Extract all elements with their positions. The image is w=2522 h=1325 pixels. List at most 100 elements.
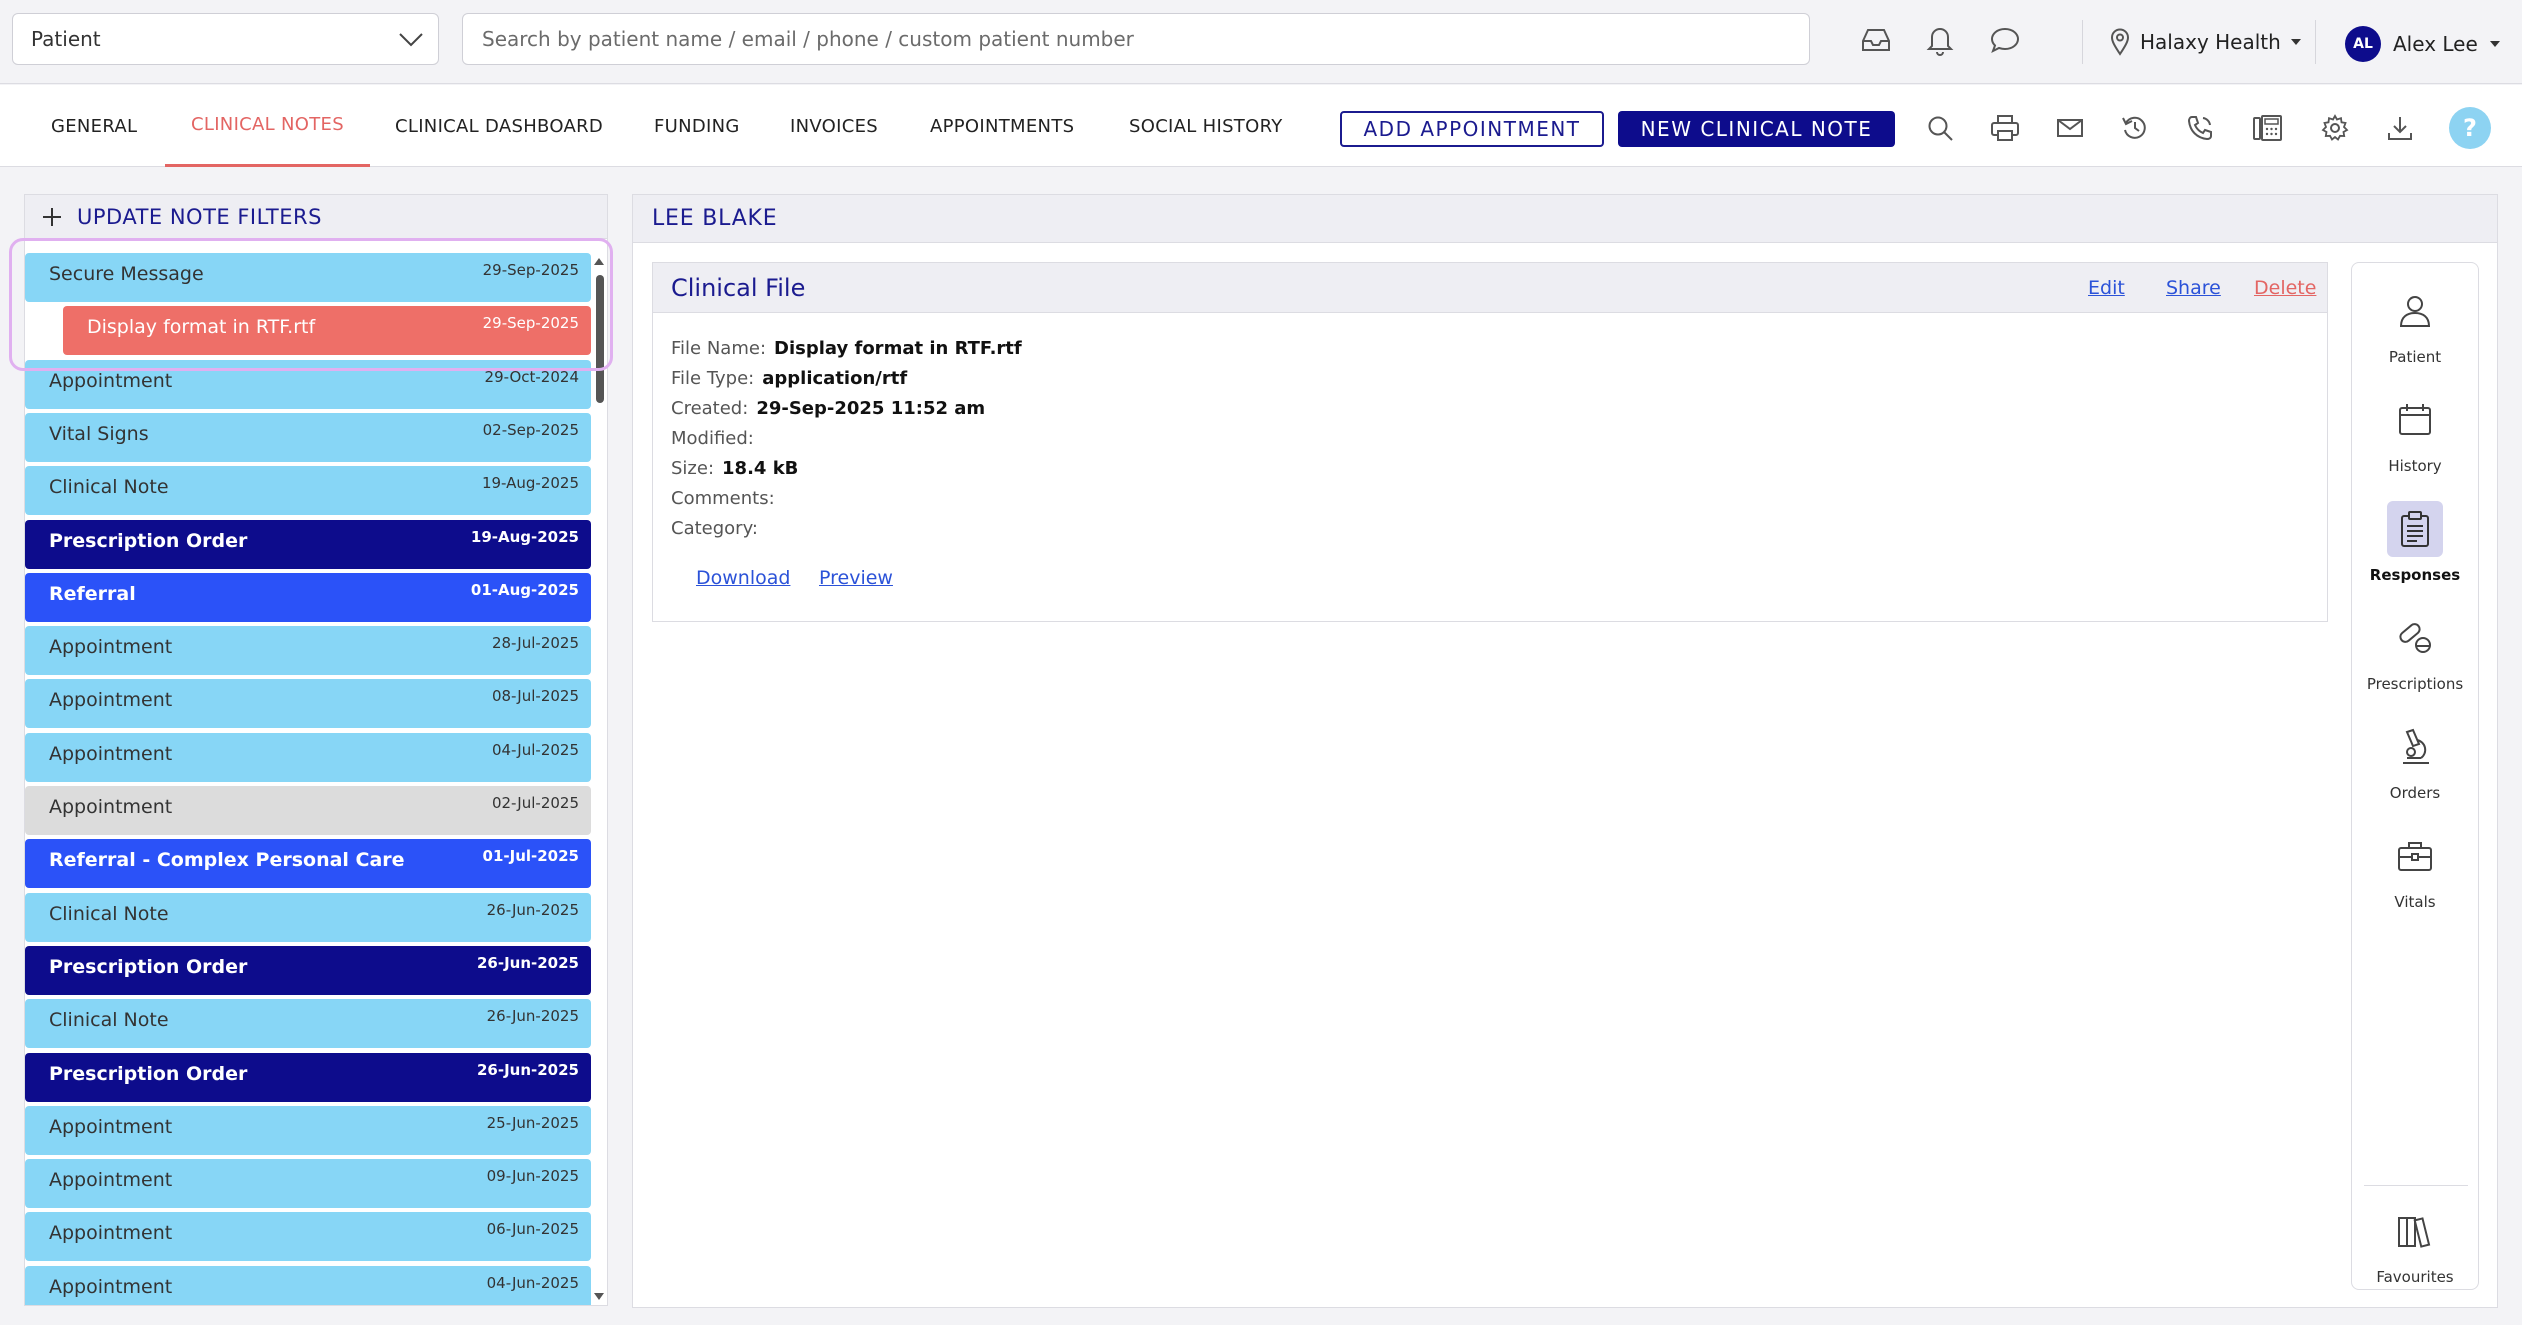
note-title: Referral xyxy=(49,583,136,605)
note-list-item[interactable]: Prescription Order 19-Aug-2025 xyxy=(25,520,591,569)
chevron-down-icon xyxy=(398,28,424,50)
created-value: 29-Sep-2025 11:52 am xyxy=(756,398,986,419)
note-title: Prescription Order xyxy=(49,1063,248,1085)
detail-panel: LEE BLAKE Clinical File Edit Share Delet… xyxy=(632,194,2498,1308)
comments-row: Comments: xyxy=(671,488,775,509)
top-bar: Patient Halaxy Health AL Alex Lee xyxy=(0,0,2522,84)
location-selector[interactable]: Halaxy Health xyxy=(2110,20,2301,64)
preview-link[interactable]: Preview xyxy=(819,567,893,589)
note-list-item[interactable]: Prescription Order 26-Jun-2025 xyxy=(25,946,591,995)
map-pin-icon xyxy=(2110,28,2130,56)
note-list-item[interactable]: Clinical Note 26-Jun-2025 xyxy=(25,999,591,1048)
user-menu[interactable]: AL Alex Lee xyxy=(2345,24,2500,64)
note-list-item[interactable]: Appointment 04-Jun-2025 xyxy=(25,1266,591,1305)
inbox-icon[interactable] xyxy=(1858,22,1894,58)
note-list-item[interactable]: Clinical Note 26-Jun-2025 xyxy=(25,893,591,942)
sidebar-item-responses[interactable]: Responses xyxy=(2352,491,2478,591)
sidebar-item-prescriptions[interactable]: Prescriptions xyxy=(2352,600,2478,700)
sidebar-item-history[interactable]: History xyxy=(2352,382,2478,482)
location-name: Halaxy Health xyxy=(2140,30,2281,54)
scrollbar-thumb[interactable] xyxy=(596,275,604,403)
note-list-item[interactable]: Vital Signs 02-Sep-2025 xyxy=(25,413,591,462)
sidebar-item-label: Patient xyxy=(2388,348,2442,366)
gear-icon[interactable] xyxy=(2315,108,2355,148)
file-name-row: File Name: Display format in RTF.rtf xyxy=(671,338,1022,359)
note-title: Referral - Complex Personal Care xyxy=(49,849,405,871)
note-list-item[interactable]: Appointment 25-Jun-2025 xyxy=(25,1106,591,1155)
note-date: 25-Jun-2025 xyxy=(486,1114,579,1132)
scrollbar[interactable] xyxy=(591,253,607,1305)
tab-funding[interactable]: FUNDING xyxy=(654,85,740,167)
note-list-item[interactable]: Appointment 06-Jun-2025 xyxy=(25,1212,591,1261)
envelope-icon[interactable] xyxy=(2050,108,2090,148)
sidebar-item-vitals[interactable]: Vitals xyxy=(2352,818,2478,918)
phone-icon[interactable] xyxy=(2180,108,2220,148)
note-list-item[interactable]: Referral 01-Aug-2025 xyxy=(25,573,591,622)
delete-link[interactable]: Delete xyxy=(2254,277,2316,299)
file-type-value: application/rtf xyxy=(762,368,908,389)
category-row: Category: xyxy=(671,518,758,539)
tab-general[interactable]: GENERAL xyxy=(51,85,137,167)
fax-icon[interactable] xyxy=(2248,108,2288,148)
tab-clinical-dashboard[interactable]: CLINICAL DASHBOARD xyxy=(395,85,603,167)
edit-link[interactable]: Edit xyxy=(2088,277,2125,299)
download-link[interactable]: Download xyxy=(696,567,790,589)
pills-icon xyxy=(2387,610,2443,666)
sidebar-item-label: Responses xyxy=(2369,566,2461,584)
update-note-filters-button[interactable]: UPDATE NOTE FILTERS xyxy=(25,195,607,239)
note-list-item[interactable]: Secure Message 29-Sep-2025 xyxy=(25,253,591,302)
sidebar-item-label: History xyxy=(2388,457,2442,475)
add-appointment-button[interactable]: ADD APPOINTMENT xyxy=(1340,111,1604,147)
note-list-item[interactable]: Clinical Note 19-Aug-2025 xyxy=(25,466,591,515)
filter-label: UPDATE NOTE FILTERS xyxy=(77,204,322,229)
sidebar-item-label: Favourites xyxy=(2376,1268,2454,1286)
history-refresh-icon[interactable] xyxy=(2115,108,2155,148)
note-list-item[interactable]: Appointment 02-Jul-2025 xyxy=(25,786,591,835)
microscope-icon xyxy=(2387,719,2443,775)
new-clinical-note-button[interactable]: NEW CLINICAL NOTE xyxy=(1618,111,1895,147)
tab-appointments[interactable]: APPOINTMENTS xyxy=(930,85,1074,167)
note-date: 26-Jun-2025 xyxy=(486,901,579,919)
note-list-item[interactable]: Referral - Complex Personal Care 01-Jul-2… xyxy=(25,839,591,888)
note-list-item[interactable]: Appointment 28-Jul-2025 xyxy=(25,626,591,675)
file-type-row: File Type: application/rtf xyxy=(671,368,908,389)
note-title: Appointment xyxy=(49,1222,173,1244)
patient-type-select[interactable]: Patient xyxy=(12,13,439,65)
note-title: Clinical Note xyxy=(49,1009,169,1031)
printer-icon[interactable] xyxy=(1985,108,2025,148)
help-icon[interactable]: ? xyxy=(2449,107,2491,149)
divider xyxy=(2082,20,2083,64)
note-date: 06-Jun-2025 xyxy=(486,1220,579,1238)
sidebar-item-patient[interactable]: Patient xyxy=(2352,273,2478,373)
note-date: 29-Sep-2025 xyxy=(482,261,579,279)
sidebar-item-orders[interactable]: Orders xyxy=(2352,709,2478,809)
sidebar-item-label: Orders xyxy=(2389,784,2441,802)
patient-search-input[interactable] xyxy=(462,13,1810,65)
patient-nav-bar: GENERAL CLINICAL NOTES CLINICAL DASHBOAR… xyxy=(0,85,2522,167)
note-list-item[interactable]: Appointment 29-Oct-2024 xyxy=(25,360,591,409)
note-list-item[interactable]: Prescription Order 26-Jun-2025 xyxy=(25,1053,591,1102)
note-title: Appointment xyxy=(49,370,173,392)
chat-icon[interactable] xyxy=(1987,22,2023,58)
notes-list: Secure Message 29-Sep-2025 Display format … xyxy=(25,253,591,1305)
share-link[interactable]: Share xyxy=(2166,277,2221,299)
download-icon[interactable] xyxy=(2380,108,2420,148)
note-title: Clinical Note xyxy=(49,476,169,498)
size-value: 18.4 kB xyxy=(722,458,799,479)
tab-invoices[interactable]: INVOICES xyxy=(790,85,878,167)
bell-icon[interactable] xyxy=(1922,22,1958,58)
tab-clinical-notes[interactable]: CLINICAL NOTES xyxy=(165,85,370,167)
note-list-item[interactable]: Appointment 04-Jul-2025 xyxy=(25,733,591,782)
patient-name: LEE BLAKE xyxy=(652,206,778,231)
note-title: Clinical Note xyxy=(49,903,169,925)
sidebar-item-favourites[interactable]: Favourites xyxy=(2352,1193,2478,1293)
caret-down-icon xyxy=(2489,41,2500,47)
note-attachment-item[interactable]: Display format in RTF.rtf 29-Sep-2025 xyxy=(63,306,591,355)
note-list-item[interactable]: Appointment 09-Jun-2025 xyxy=(25,1159,591,1208)
modified-row: Modified: xyxy=(671,428,754,449)
search-icon[interactable] xyxy=(1920,108,1960,148)
tab-social-history[interactable]: SOCIAL HISTORY xyxy=(1129,85,1283,167)
note-title: Appointment xyxy=(49,1169,173,1191)
clipboard-icon xyxy=(2387,501,2443,557)
note-list-item[interactable]: Appointment 08-Jul-2025 xyxy=(25,679,591,728)
